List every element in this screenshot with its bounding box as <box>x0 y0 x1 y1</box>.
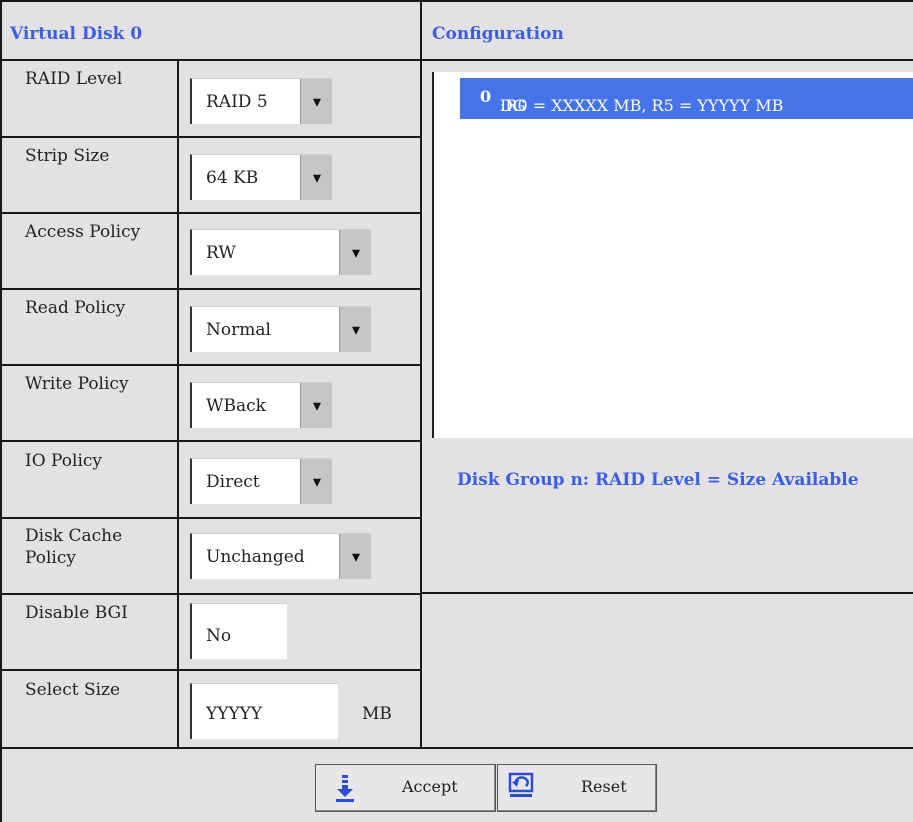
label-column-divider <box>177 59 179 747</box>
disk-cache-policy-label-line1: Disk Cache <box>25 526 123 546</box>
strip-size-label: Strip Size <box>25 146 110 166</box>
accept-label: Accept <box>402 777 458 796</box>
write-policy-value: WBack <box>206 396 266 416</box>
disk-cache-policy-label: Disk Cache Policy <box>25 525 122 569</box>
disable-bgi-value: No <box>206 626 232 646</box>
access-policy-value: RW <box>206 243 236 263</box>
row-divider <box>0 288 420 290</box>
row-divider <box>0 517 420 519</box>
read-policy-value: Normal <box>206 320 271 340</box>
column-divider <box>420 0 422 747</box>
row-divider <box>0 669 420 671</box>
row-divider <box>0 440 420 442</box>
border-top <box>0 0 913 2</box>
chevron-down-icon[interactable] <box>339 230 371 275</box>
chevron-down-icon[interactable] <box>300 155 332 200</box>
raid-level-value: RAID 5 <box>206 92 268 112</box>
disk-cache-policy-label-line2: Policy <box>25 548 76 568</box>
select-size-label: Select Size <box>25 680 121 700</box>
chevron-down-icon[interactable] <box>300 459 332 504</box>
io-policy-label: IO Policy <box>25 451 103 471</box>
disk-cache-policy-dropdown[interactable]: Unchanged <box>190 533 371 579</box>
row-divider <box>0 364 420 366</box>
row-divider <box>0 136 420 138</box>
accept-button[interactable]: Accept <box>315 764 496 812</box>
io-policy-value: Direct <box>206 472 260 492</box>
configuration-title: Configuration <box>432 24 564 44</box>
write-policy-label: Write Policy <box>25 374 129 394</box>
config-bottom-divider <box>420 592 913 594</box>
select-size-value: YYYYY <box>206 704 263 724</box>
disable-bgi-field[interactable]: No <box>190 603 287 659</box>
virtual-disk-title: Virtual Disk 0 <box>10 24 143 44</box>
access-policy-label: Access Policy <box>25 222 141 242</box>
border-left <box>0 0 2 822</box>
configuration-listbox[interactable]: DG 0 :R0 = XXXXX MB, R5 = YYYYY MB <box>432 72 913 438</box>
configuration-list-item[interactable]: DG 0 :R0 = XXXXX MB, R5 = YYYYY MB <box>460 78 913 119</box>
chevron-down-icon[interactable] <box>339 534 371 579</box>
read-policy-label: Read Policy <box>25 298 126 318</box>
reset-label: Reset <box>581 777 627 796</box>
chevron-down-icon[interactable] <box>300 79 332 124</box>
footer-divider <box>0 747 913 749</box>
undo-arrow-icon <box>508 772 534 797</box>
write-policy-dropdown[interactable]: WBack <box>190 382 332 428</box>
disk-cache-policy-value: Unchanged <box>206 547 305 567</box>
select-size-input[interactable]: YYYYY <box>190 683 338 739</box>
chevron-down-icon[interactable] <box>300 383 332 428</box>
raid-level-dropdown[interactable]: RAID 5 <box>190 78 332 124</box>
download-arrow-icon <box>336 775 354 802</box>
chevron-down-icon[interactable] <box>339 307 371 352</box>
row-divider <box>0 212 420 214</box>
strip-size-value: 64 KB <box>206 168 259 188</box>
header-divider <box>0 59 913 61</box>
raid-level-label: RAID Level <box>25 69 123 89</box>
availability-text: Disk Group n: RAID Level = Size Availabl… <box>457 470 859 490</box>
strip-size-dropdown[interactable]: 64 KB <box>190 154 332 200</box>
row-divider <box>0 593 420 595</box>
disable-bgi-label: Disable BGI <box>25 603 128 623</box>
reset-button[interactable]: Reset <box>497 764 657 812</box>
read-policy-dropdown[interactable]: Normal <box>190 306 371 352</box>
io-policy-dropdown[interactable]: Direct <box>190 458 332 504</box>
size-unit: MB <box>362 704 392 724</box>
access-policy-dropdown[interactable]: RW <box>190 229 371 275</box>
